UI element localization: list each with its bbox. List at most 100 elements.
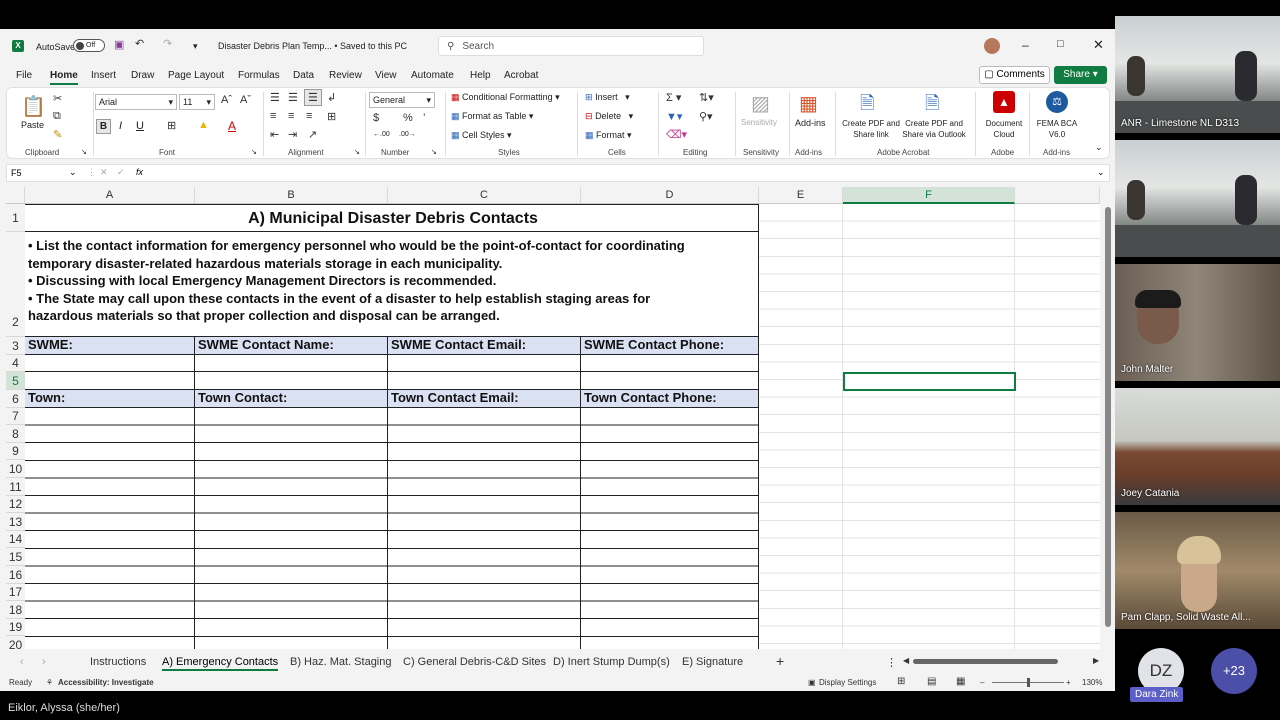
minimize-icon[interactable]: – xyxy=(1022,38,1029,52)
column-header[interactable]: E xyxy=(759,187,843,204)
format-cells-button[interactable]: ▦ Format ▾ xyxy=(585,130,632,141)
cell-styles-button[interactable]: ▦ Cell Styles ▾ xyxy=(451,130,512,141)
italic-button[interactable]: I xyxy=(119,120,122,132)
font-name-select[interactable]: Arial ▾ xyxy=(95,94,177,110)
paste-button[interactable]: Paste xyxy=(21,120,44,130)
swme-contact-email-header[interactable]: SWME Contact Email: xyxy=(388,337,581,355)
number-launcher-icon[interactable]: ↘ xyxy=(431,148,437,156)
accessibility-status[interactable]: Accessibility: Investigate xyxy=(58,678,154,687)
participant-tile[interactable] xyxy=(1115,140,1280,257)
data-cell[interactable] xyxy=(388,355,581,372)
align-top-icon[interactable]: ☰ xyxy=(270,91,280,104)
data-cell[interactable] xyxy=(195,372,388,390)
data-cell[interactable] xyxy=(388,372,581,390)
row-header[interactable]: 1 xyxy=(6,204,25,232)
select-all-corner[interactable] xyxy=(6,187,25,204)
more-options-icon[interactable]: ⋮ xyxy=(886,656,897,669)
tab-emergency-contacts[interactable]: A) Emergency Contacts xyxy=(162,656,279,671)
document-title[interactable]: Disaster Debris Plan Temp... • Saved to … xyxy=(218,41,407,51)
autosave-toggle[interactable]: Off xyxy=(73,39,105,52)
sensitivity-button[interactable]: Sensitivity xyxy=(741,118,777,127)
zoom-out-icon[interactable]: – xyxy=(980,678,984,687)
conditional-formatting-button[interactable]: ▦ Conditional Formatting ▾ xyxy=(451,92,560,103)
increase-decimal-icon[interactable]: ←.00 xyxy=(373,131,390,138)
selected-cell-f5[interactable] xyxy=(843,372,1016,391)
borders-icon[interactable]: ⊞ xyxy=(167,119,176,132)
format-as-table-button[interactable]: ▦ Format as Table ▾ xyxy=(451,111,533,122)
customize-icon[interactable]: ▾ xyxy=(193,41,198,52)
participant-tile[interactable]: Pam Clapp, Solid Waste All... xyxy=(1115,512,1280,629)
menu-automate[interactable]: Automate xyxy=(411,70,454,81)
swme-header[interactable]: SWME: xyxy=(25,337,195,355)
number-format-select[interactable]: General ▾ xyxy=(369,92,435,108)
menu-file[interactable]: File xyxy=(16,70,32,81)
town-contact-phone-header[interactable]: Town Contact Phone: xyxy=(581,390,759,408)
fill-color-icon[interactable]: ▲ xyxy=(198,119,209,131)
clipboard-launcher-icon[interactable]: ↘ xyxy=(81,148,87,156)
align-right-icon[interactable]: ≡ xyxy=(306,110,312,122)
decrease-indent-icon[interactable]: ⇤ xyxy=(270,128,279,141)
menu-data[interactable]: Data xyxy=(293,70,314,81)
enter-icon[interactable]: ✓ xyxy=(117,167,125,178)
addins-icon[interactable]: ▦ xyxy=(799,91,818,116)
row-header[interactable]: 17 xyxy=(6,584,25,601)
row-header[interactable]: 8 xyxy=(6,425,25,443)
document-cloud-button[interactable]: Document Cloud xyxy=(981,118,1027,140)
row-header[interactable]: 5 xyxy=(6,372,25,390)
menu-view[interactable]: View xyxy=(375,70,397,81)
row-header[interactable]: 20 xyxy=(6,636,25,649)
menu-home[interactable]: Home xyxy=(50,70,78,85)
tab-instructions[interactable]: Instructions xyxy=(90,656,146,668)
undo-icon[interactable]: ↶ xyxy=(135,37,144,50)
swme-contact-phone-header[interactable]: SWME Contact Phone: xyxy=(581,337,759,355)
paste-icon[interactable]: 📋 xyxy=(21,94,46,119)
menu-insert[interactable]: Insert xyxy=(91,70,116,81)
column-header-empty[interactable] xyxy=(1015,187,1100,204)
currency-icon[interactable]: $ xyxy=(373,112,379,124)
row-header[interactable]: 15 xyxy=(6,548,25,566)
row-header[interactable]: 3 xyxy=(6,337,25,355)
instructions-cell[interactable]: • List the contact information for emerg… xyxy=(25,232,759,337)
redo-icon[interactable]: ↷ xyxy=(163,37,172,50)
row-header[interactable]: 14 xyxy=(6,531,25,548)
align-middle-icon[interactable]: ☰ xyxy=(288,91,298,104)
avatar[interactable] xyxy=(984,38,1000,54)
decrease-decimal-icon[interactable]: .00→ xyxy=(399,131,416,138)
fema-icon[interactable]: ⚖ xyxy=(1046,91,1068,113)
close-icon[interactable]: ✕ xyxy=(1093,37,1104,53)
participant-tile[interactable]: Joey Catania xyxy=(1115,388,1280,505)
insert-cells-button[interactable]: ⊞ Insert ▾ xyxy=(585,92,630,103)
underline-button[interactable]: U xyxy=(136,120,144,132)
delete-cells-button[interactable]: ⊟ Delete ▾ xyxy=(585,111,633,122)
sheet-title[interactable]: A) Municipal Disaster Debris Contacts xyxy=(25,204,759,232)
sensitivity-icon[interactable]: ▨ xyxy=(751,91,770,116)
zoom-in-icon[interactable]: + xyxy=(1066,678,1071,687)
create-pdf-share-link-button[interactable]: Create PDF and Share link xyxy=(841,118,901,140)
copy-icon[interactable]: ⧉ xyxy=(53,110,61,123)
data-cell[interactable] xyxy=(581,372,759,390)
participant-tile[interactable]: John Malter xyxy=(1115,264,1280,381)
data-cell[interactable] xyxy=(25,372,195,390)
spreadsheet-grid[interactable]: A B C D E F 1 2 3 4 5 6 7 8 9 10 11 12 1… xyxy=(6,187,1100,649)
pdf-outlook-icon[interactable]: 🗎 xyxy=(925,91,939,121)
empty-columns[interactable] xyxy=(759,204,1100,649)
data-cell[interactable] xyxy=(581,355,759,372)
swme-contact-name-header[interactable]: SWME Contact Name: xyxy=(195,337,388,355)
increase-font-icon[interactable]: Aˆ xyxy=(221,94,232,106)
tab-signature[interactable]: E) Signature xyxy=(682,656,743,668)
column-header[interactable]: A xyxy=(25,187,195,204)
row-header[interactable]: 11 xyxy=(6,478,25,496)
fema-bca-button[interactable]: FEMA BCA V6.0 xyxy=(1033,118,1081,140)
row-header[interactable]: 7 xyxy=(6,408,25,425)
normal-view-icon[interactable]: ⊞ xyxy=(897,676,905,687)
collapse-ribbon-icon[interactable]: ⌄ xyxy=(1095,142,1103,153)
add-sheet-button[interactable]: + xyxy=(776,653,784,669)
display-settings-button[interactable]: Display Settings xyxy=(819,678,876,687)
column-header[interactable]: C xyxy=(388,187,581,204)
horizontal-scroll-thumb[interactable] xyxy=(913,659,1058,664)
zoom-level[interactable]: 130% xyxy=(1082,678,1102,687)
participant-tile[interactable]: ANR - Limestone NL D313 xyxy=(1115,16,1280,133)
tab-scroll-left-icon[interactable]: ‹ xyxy=(20,656,24,668)
page-break-view-icon[interactable]: ▦ xyxy=(956,676,965,687)
font-launcher-icon[interactable]: ↘ xyxy=(251,148,257,156)
